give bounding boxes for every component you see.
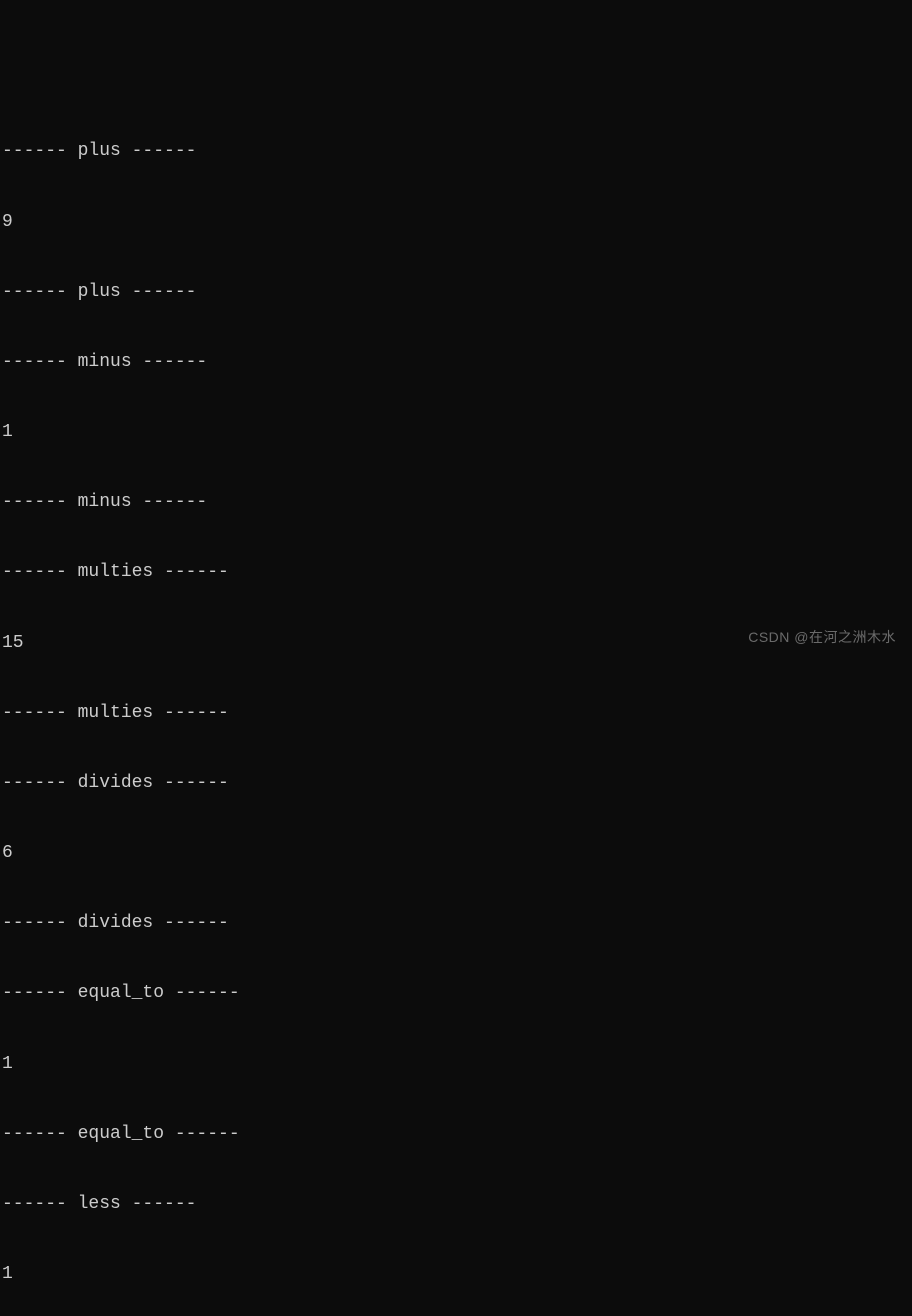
output-line: ------ multies ------ (2, 561, 910, 584)
output-line: ------ equal_to ------ (2, 982, 910, 1005)
output-line: ------ divides ------ (2, 912, 910, 935)
output-line: 6 (2, 842, 910, 865)
output-line: ------ minus ------ (2, 491, 910, 514)
output-line: ------ less ------ (2, 1193, 910, 1216)
output-line: ------ multies ------ (2, 702, 910, 725)
output-line: 1 (2, 421, 910, 444)
output-line: ------ equal_to ------ (2, 1123, 910, 1146)
output-line: ------ plus ------ (2, 140, 910, 163)
output-line: 1 (2, 1053, 910, 1076)
output-line: ------ minus ------ (2, 351, 910, 374)
output-line: ------ divides ------ (2, 772, 910, 795)
terminal-output: ------ plus ------ 9 ------ plus ------ … (0, 94, 912, 1316)
watermark-text: CSDN @在河之洲木水 (748, 628, 896, 646)
output-line: ------ plus ------ (2, 281, 910, 304)
output-line: 1 (2, 1263, 910, 1286)
output-line: 9 (2, 211, 910, 234)
